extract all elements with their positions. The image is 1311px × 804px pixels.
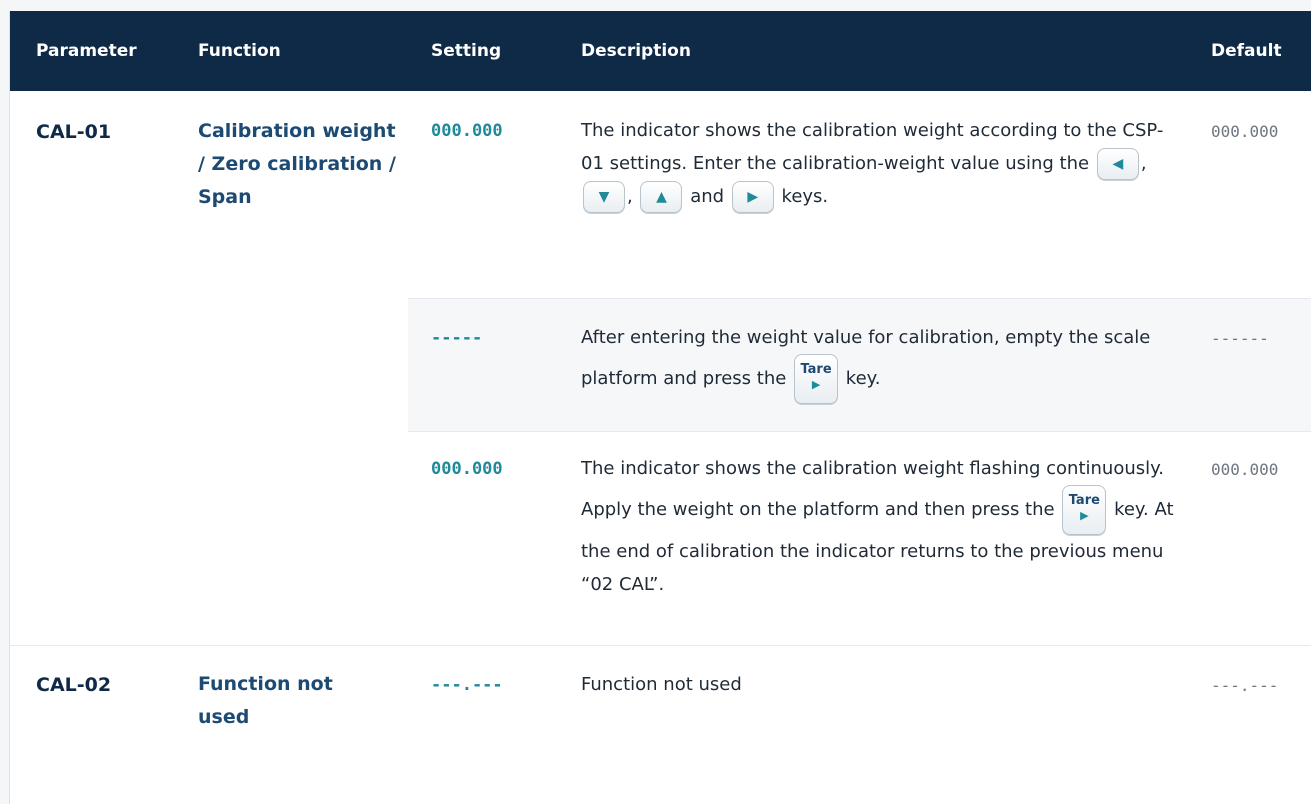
default-value: 000.000 — [1211, 460, 1279, 479]
description-text: , — [627, 186, 633, 207]
tare-key-label: Tare — [800, 362, 832, 377]
header-function: Function — [198, 41, 281, 61]
param-cal-02: CAL-02 — [36, 674, 112, 696]
tare-key-icon: Tare ▶ — [1062, 485, 1107, 535]
default-value: 000.000 — [1211, 122, 1279, 141]
description-step-3: The indicator shows the calibration weig… — [581, 452, 1181, 601]
tare-key-arrow: ▶ — [1080, 509, 1089, 522]
up-arrow-key-icon: ▲ — [640, 181, 683, 213]
divider — [408, 298, 1311, 299]
header-setting: Setting — [431, 41, 502, 61]
header-description: Description — [581, 41, 691, 61]
setting-value: 000.000 — [431, 459, 503, 479]
default-value: ---.--- — [1211, 676, 1279, 695]
left-arrow-key-icon: ◀ — [1096, 148, 1139, 180]
description-text: and — [690, 186, 725, 207]
description-step-1: The indicator shows the calibration weig… — [581, 114, 1181, 213]
tare-key-icon: Tare ▶ — [794, 354, 839, 404]
description-text: keys. — [781, 186, 829, 207]
description-text: , — [1140, 153, 1147, 174]
default-value: ------ — [1211, 329, 1269, 348]
description-text: Function not used — [581, 674, 742, 695]
tare-key-label: Tare — [1068, 493, 1100, 508]
setting-value: 000.000 — [431, 121, 503, 141]
parameter-table: Parameter Function Setting Description D… — [9, 11, 1311, 804]
tare-key-arrow: ▶ — [811, 378, 821, 391]
right-arrow-key-icon: ▶ — [731, 181, 774, 213]
down-arrow-key-icon: ▼ — [583, 181, 625, 213]
param-cal-01: CAL-01 — [36, 121, 112, 143]
setting-value: ----- — [431, 328, 483, 348]
header-parameter: Parameter — [36, 41, 137, 61]
setting-value: ---.--- — [431, 675, 503, 695]
function-cal-02: Function not used — [198, 673, 333, 728]
description-text: The indicator shows the calibration weig… — [581, 120, 1164, 174]
table-header: Parameter Function Setting Description D… — [10, 11, 1311, 91]
function-cal-01: Calibration weight / Zero calibration / … — [198, 120, 396, 208]
header-default: Default — [1211, 41, 1282, 61]
divider — [10, 645, 1311, 646]
divider — [408, 431, 1311, 432]
description-text: key. — [845, 368, 881, 389]
description-step-2: After entering the weight value for cali… — [581, 321, 1181, 404]
